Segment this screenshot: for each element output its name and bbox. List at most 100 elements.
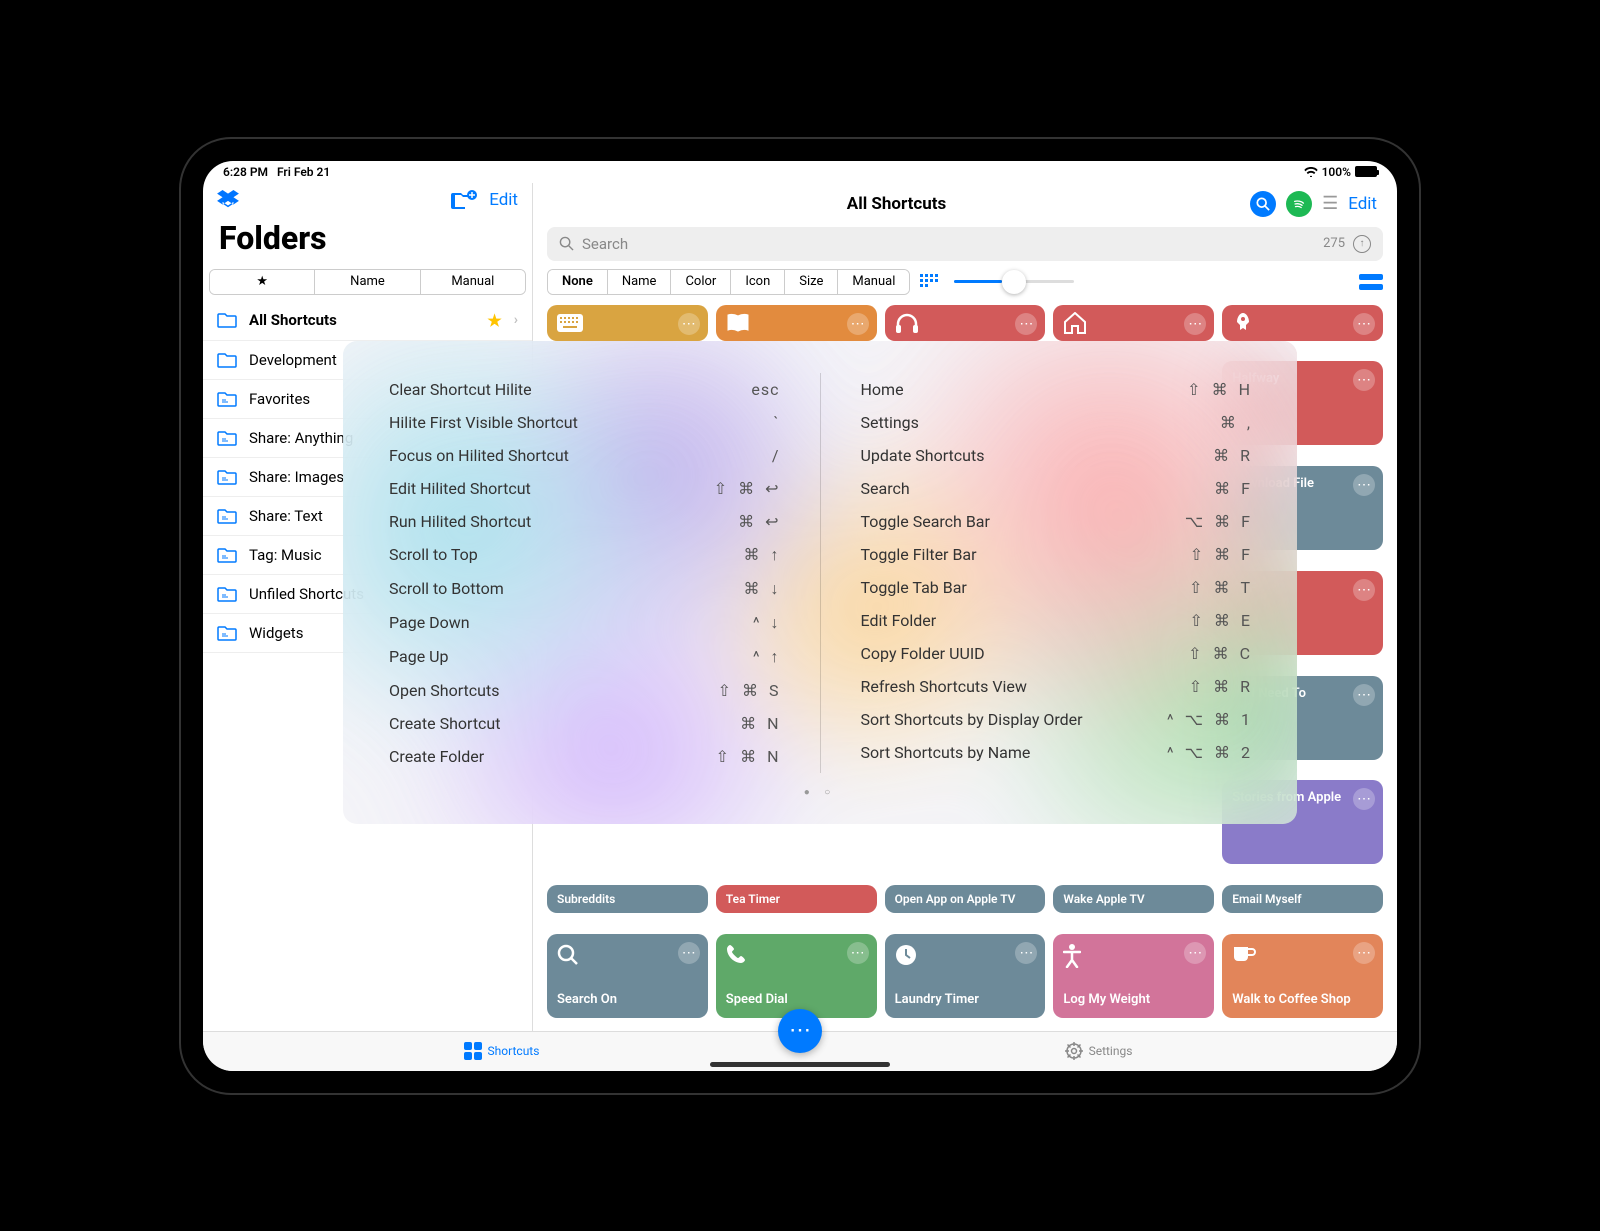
tile-more-icon[interactable]: ⋯ [1353, 684, 1375, 706]
shortcut-tile[interactable]: Email Myself [1222, 885, 1383, 913]
tile-more-icon[interactable]: ⋯ [1353, 474, 1375, 496]
shortcut-tile[interactable]: ⋯ [547, 305, 708, 341]
home-indicator[interactable] [710, 1062, 890, 1067]
search-button[interactable] [1250, 191, 1276, 217]
filter-none[interactable]: None [548, 270, 608, 294]
sidebar-sort-tabs: ★ Name Manual [209, 269, 526, 295]
page-dots[interactable]: ● ○ [389, 787, 1251, 798]
kbd-shortcut-row: Create Shortcut⌘N [389, 707, 780, 740]
kbd-label: Toggle Search Bar [861, 512, 990, 531]
tile-label: Walk to Coffee Shop [1232, 992, 1373, 1008]
sidebar-tab-star[interactable]: ★ [210, 270, 315, 294]
filter-tabs: None Name Color Icon Size Manual [547, 269, 910, 295]
star-icon: ★ [487, 311, 501, 330]
kbd-label: Search [861, 479, 910, 498]
scroll-top-icon[interactable]: ↑ [1353, 235, 1371, 253]
tile-more-icon[interactable]: ⋯ [1353, 369, 1375, 391]
kbd-shortcut-row: Scroll to Bottom⌘↓ [389, 572, 780, 606]
kbd-shortcut-row: Focus on Hilited Shortcut/ [389, 439, 780, 472]
kbd-keys: ⇧⌘S [718, 681, 780, 700]
status-date: Fri Feb 21 [277, 165, 330, 179]
battery-icon [1355, 166, 1377, 177]
tile-more-icon[interactable]: ⋯ [1184, 313, 1206, 335]
tile-label: Search On [557, 992, 698, 1008]
kbd-label: Create Shortcut [389, 714, 500, 733]
tile-label: Subreddits [557, 892, 615, 906]
kbd-shortcut-row: Edit Hilited Shortcut⇧⌘↩ [389, 472, 780, 505]
spotify-button[interactable] [1286, 191, 1312, 217]
shortcut-tile[interactable]: ⋯ Speed Dial [716, 934, 877, 1018]
filter-manual[interactable]: Manual [838, 270, 909, 294]
tile-more-icon[interactable]: ⋯ [1353, 942, 1375, 964]
clock-icon [895, 944, 1036, 966]
sidebar-edit-button[interactable]: Edit [489, 190, 518, 210]
kbd-keys: ⌘↩ [738, 512, 779, 531]
kbd-shortcut-row: Toggle Filter Bar⇧⌘F [861, 538, 1252, 571]
shortcut-tile[interactable]: ⋯Laundry Timer [885, 934, 1046, 1018]
filter-color[interactable]: Color [671, 270, 731, 294]
shortcut-tile[interactable]: ⋯Log My Weight [1053, 934, 1214, 1018]
kbd-keys: ⇧⌘H [1187, 380, 1251, 399]
kbd-shortcut-row: Page Up^↑ [389, 640, 780, 674]
shortcut-tile[interactable]: ⋯ [1053, 305, 1214, 341]
filter-icon[interactable]: Icon [731, 270, 785, 294]
nav-shortcuts[interactable]: Shortcuts [203, 1042, 800, 1060]
shortcut-tile[interactable]: ⋯ Search On [547, 934, 708, 1018]
main-edit-button[interactable]: Edit [1348, 194, 1377, 214]
sidebar-tab-name[interactable]: Name [315, 270, 420, 294]
tile-more-icon[interactable]: ⋯ [678, 942, 700, 964]
app-icon[interactable] [217, 190, 239, 210]
tile-label: Email Myself [1232, 892, 1301, 906]
shortcut-tile[interactable]: ⋯ Walk to Coffee Shop [1222, 934, 1383, 1018]
tile-more-icon[interactable]: ⋯ [1015, 942, 1037, 964]
folder-label: Tag: Music [249, 546, 322, 564]
filter-name[interactable]: Name [608, 270, 672, 294]
shortcut-tile[interactable]: ⋯ [716, 305, 877, 341]
view-toggle-icon[interactable] [1359, 274, 1383, 290]
new-folder-icon[interactable] [451, 189, 477, 211]
status-bar: 6:28 PM Fri Feb 21 100% [203, 161, 1397, 183]
sidebar-title: Folders [203, 219, 532, 267]
tile-more-icon[interactable]: ⋯ [1353, 788, 1375, 810]
shortcut-tile[interactable]: ⋯ [1222, 305, 1383, 341]
folder-all-shortcuts[interactable]: All Shortcuts ★ › [203, 301, 532, 341]
kbd-label: Sort Shortcuts by Name [861, 743, 1031, 762]
kbd-shortcut-row: Open Shortcuts⇧⌘S [389, 674, 780, 707]
tile-more-icon[interactable]: ⋯ [1184, 942, 1206, 964]
kbd-label: Edit Folder [861, 611, 937, 630]
shortcut-tile[interactable]: Tea Timer [716, 885, 877, 913]
kbd-label: Focus on Hilited Shortcut [389, 446, 569, 465]
kbd-shortcut-row: Hilite First Visible Shortcut` [389, 406, 780, 439]
menu-icon[interactable]: ☰ [1322, 193, 1338, 214]
kbd-label: Scroll to Bottom [389, 579, 504, 598]
nav-settings[interactable]: Settings [800, 1042, 1397, 1060]
folder-smart-icon [217, 625, 237, 641]
shortcut-tile[interactable]: ⋯ [885, 305, 1046, 341]
rocket-icon [1232, 312, 1254, 334]
tile-more-icon[interactable]: ⋯ [847, 313, 869, 335]
fab-button[interactable]: ⋯ [778, 1009, 822, 1053]
kbd-label: Refresh Shortcuts View [861, 677, 1027, 696]
kbd-keys: ^⌥⌘1 [1167, 710, 1251, 729]
filter-size[interactable]: Size [785, 270, 838, 294]
shortcut-tile[interactable]: Wake Apple TV [1053, 885, 1214, 913]
folder-label: Share: Images [249, 468, 344, 486]
shortcut-tile[interactable]: Subreddits [547, 885, 708, 913]
tile-label: Speed Dial [726, 992, 867, 1008]
tile-more-icon[interactable]: ⋯ [678, 313, 700, 335]
search-bar[interactable]: Search 275 ↑ [547, 227, 1383, 261]
shortcut-count: 275 [1323, 236, 1345, 251]
kbd-label: Hilite First Visible Shortcut [389, 413, 578, 432]
grid-icon[interactable] [920, 274, 940, 290]
tile-more-icon[interactable]: ⋯ [847, 942, 869, 964]
kbd-shortcut-row: Toggle Search Bar⌥⌘F [861, 505, 1252, 538]
shortcut-tile[interactable]: Open App on Apple TV [885, 885, 1046, 913]
kbd-label: Home [861, 380, 904, 399]
tile-more-icon[interactable]: ⋯ [1015, 313, 1037, 335]
tile-more-icon[interactable]: ⋯ [1353, 313, 1375, 335]
size-slider[interactable] [954, 280, 1074, 283]
battery-percent: 100% [1322, 165, 1351, 179]
home-icon [1063, 312, 1087, 334]
sidebar-tab-manual[interactable]: Manual [421, 270, 525, 294]
tile-more-icon[interactable]: ⋯ [1353, 579, 1375, 601]
